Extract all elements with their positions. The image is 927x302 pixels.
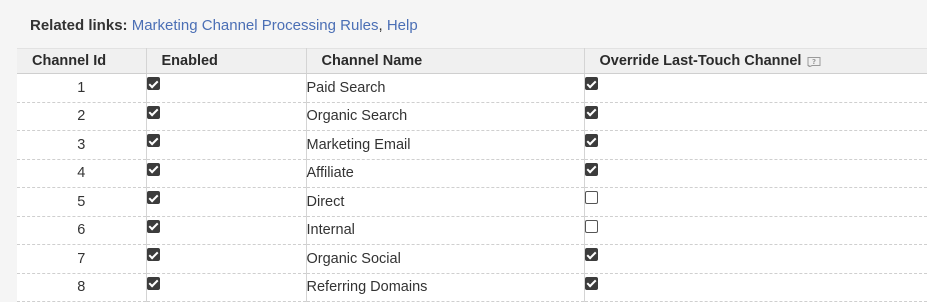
override-cell bbox=[584, 159, 927, 188]
channel-id-cell: 8 bbox=[17, 273, 147, 302]
column-header-enabled[interactable]: Enabled bbox=[146, 48, 307, 74]
column-header-channel-name[interactable]: Channel Name bbox=[306, 48, 585, 74]
channel-name-cell: Marketing Email bbox=[306, 130, 585, 160]
override-checkbox[interactable] bbox=[584, 105, 598, 119]
enabled-checkbox[interactable] bbox=[146, 219, 160, 233]
channel-name-cell: Internal bbox=[306, 216, 585, 245]
column-header-override[interactable]: Override Last-Touch Channel? bbox=[584, 48, 927, 74]
override-checkbox[interactable] bbox=[584, 77, 598, 91]
table-row: 2 Organic Search bbox=[17, 102, 927, 131]
enabled-cell bbox=[146, 73, 307, 103]
override-cell bbox=[584, 273, 927, 302]
table-row: 7 Organic Social bbox=[17, 244, 927, 274]
override-cell bbox=[584, 187, 927, 217]
channel-name-cell: Organic Social bbox=[306, 244, 585, 274]
enabled-cell bbox=[146, 102, 307, 131]
override-checkbox[interactable] bbox=[584, 219, 598, 233]
channel-id-cell: 7 bbox=[17, 244, 147, 274]
override-cell bbox=[584, 244, 927, 274]
enabled-cell bbox=[146, 216, 307, 245]
channel-id-cell: 5 bbox=[17, 187, 147, 217]
channel-id-cell: 3 bbox=[17, 130, 147, 160]
enabled-checkbox[interactable] bbox=[146, 191, 160, 205]
enabled-cell bbox=[146, 130, 307, 160]
channel-name-cell: Organic Search bbox=[306, 102, 585, 131]
override-checkbox[interactable] bbox=[584, 191, 598, 205]
channel-id-cell: 4 bbox=[17, 159, 147, 188]
override-checkbox[interactable] bbox=[584, 276, 598, 290]
table-row: 8 Referring Domains bbox=[17, 273, 927, 302]
table-row: 6 Internal bbox=[17, 216, 927, 245]
related-links: Related links: Marketing Channel Process… bbox=[30, 16, 418, 36]
channel-id-cell: 6 bbox=[17, 216, 147, 245]
channel-name-cell: Affiliate bbox=[306, 159, 585, 188]
help-bubble-icon[interactable]: ? bbox=[807, 56, 821, 67]
override-cell bbox=[584, 216, 927, 245]
column-header-override-label: Override Last-Touch Channel bbox=[599, 53, 802, 69]
enabled-cell bbox=[146, 273, 307, 302]
override-cell bbox=[584, 73, 927, 103]
channel-name-cell: Direct bbox=[306, 187, 585, 217]
link-separator: , bbox=[378, 17, 383, 34]
enabled-checkbox[interactable] bbox=[146, 162, 160, 176]
override-checkbox[interactable] bbox=[584, 162, 598, 176]
enabled-checkbox[interactable] bbox=[146, 134, 160, 148]
svg-text:?: ? bbox=[812, 58, 816, 66]
enabled-checkbox[interactable] bbox=[146, 248, 160, 262]
enabled-checkbox[interactable] bbox=[146, 276, 160, 290]
channel-id-cell: 2 bbox=[17, 102, 147, 131]
enabled-cell bbox=[146, 244, 307, 274]
table-row: 3 Marketing Email bbox=[17, 130, 927, 160]
related-links-label: Related links: bbox=[30, 17, 128, 34]
enabled-cell bbox=[146, 159, 307, 188]
enabled-checkbox[interactable] bbox=[146, 77, 160, 91]
table-header-row: Channel Id Enabled Channel Name Override… bbox=[17, 48, 927, 74]
override-checkbox[interactable] bbox=[584, 134, 598, 148]
channel-id-cell: 1 bbox=[17, 73, 147, 103]
table-row: 1 Paid Search bbox=[17, 73, 927, 103]
table-row: 5 Direct bbox=[17, 187, 927, 217]
override-cell bbox=[584, 102, 927, 131]
table-row: 4 Affiliate bbox=[17, 159, 927, 188]
override-checkbox[interactable] bbox=[584, 248, 598, 262]
link-help[interactable]: Help bbox=[387, 17, 418, 34]
channel-name-cell: Referring Domains bbox=[306, 273, 585, 302]
channels-table: Channel Id Enabled Channel Name Override… bbox=[17, 48, 927, 302]
enabled-cell bbox=[146, 187, 307, 217]
channel-name-cell: Paid Search bbox=[306, 73, 585, 103]
enabled-checkbox[interactable] bbox=[146, 105, 160, 119]
override-cell bbox=[584, 130, 927, 160]
column-header-channel-id[interactable]: Channel Id bbox=[17, 48, 147, 74]
link-marketing-channel-processing-rules[interactable]: Marketing Channel Processing Rules bbox=[132, 17, 379, 34]
